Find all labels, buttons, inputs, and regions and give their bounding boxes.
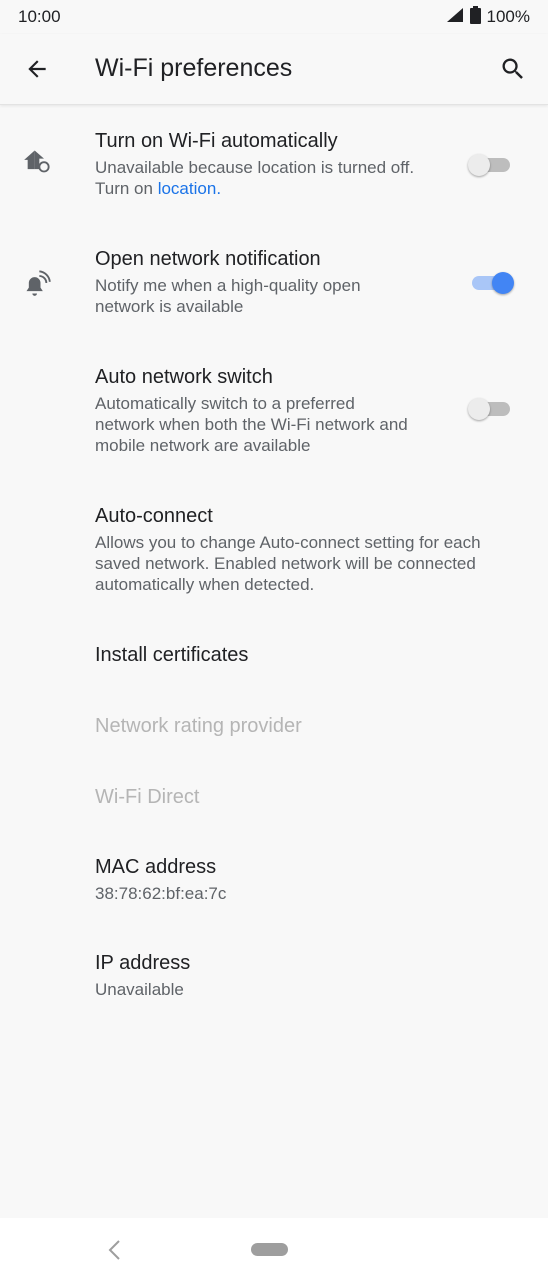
list-item-mac-address: MAC address 38:78:62:bf:ea:7c xyxy=(0,854,548,910)
wifi-bell-icon xyxy=(20,266,54,300)
item-text: Turn on Wi-Fi automatically Unavailable … xyxy=(95,128,448,199)
item-text: Network rating provider xyxy=(95,713,528,739)
item-subtitle-line: network when both the Wi-Fi network and xyxy=(95,415,408,434)
item-title: Auto network switch xyxy=(95,366,273,388)
item-title: MAC address xyxy=(95,856,217,878)
item-text: Open network notification Notify me when… xyxy=(95,246,448,317)
item-subtitle: 38:78:62:bf:ea:7c xyxy=(95,884,227,903)
item-title: Auto-connect xyxy=(95,505,213,527)
battery-icon xyxy=(469,5,481,29)
signal-icon xyxy=(446,7,464,28)
item-text: Wi-Fi Direct xyxy=(95,784,528,810)
wifi-auto-toggle[interactable] xyxy=(468,154,514,176)
item-subtitle: Allows you to change Auto-connect settin… xyxy=(95,532,528,595)
auto-network-switch-toggle[interactable] xyxy=(468,398,514,420)
location-link[interactable]: location xyxy=(158,179,217,198)
nav-back-icon xyxy=(108,1240,120,1260)
item-text: IP address Unavailable xyxy=(95,950,528,1000)
item-subtitle-suffix: . xyxy=(216,179,222,198)
nav-home-button[interactable] xyxy=(251,1243,288,1256)
item-subtitle-line: Turn on location. xyxy=(95,178,448,199)
open-network-toggle[interactable] xyxy=(472,272,514,294)
item-subtitle: Automatically switch to a preferred netw… xyxy=(95,393,448,456)
item-title: Install certificates xyxy=(95,644,249,666)
item-subtitle-line: mobile network are available xyxy=(95,436,311,455)
list-item-open-network-notification[interactable]: Open network notification Notify me when… xyxy=(0,246,548,342)
list-item-network-rating-provider: Network rating provider xyxy=(0,713,548,753)
nav-back-button[interactable] xyxy=(103,1238,125,1262)
back-button[interactable] xyxy=(20,52,54,86)
arrow-back-icon xyxy=(28,60,46,78)
item-subtitle-line: network is available xyxy=(95,297,244,316)
item-subtitle-line: Notify me when a high-quality open xyxy=(95,276,361,295)
page-title: Wi-Fi preferences xyxy=(95,54,293,82)
item-subtitle-line: Allows you to change Auto-connect settin… xyxy=(95,533,481,552)
search-button[interactable] xyxy=(496,52,530,86)
item-subtitle-line: Automatically switch to a preferred xyxy=(95,394,355,413)
item-text: Auto network switch Automatically switch… xyxy=(95,364,448,456)
navigation-bar xyxy=(0,1218,548,1282)
item-text: Auto-connect Allows you to change Auto-c… xyxy=(95,503,528,595)
list-item-auto-network-switch[interactable]: Auto network switch Automatically switch… xyxy=(0,364,548,484)
item-text: MAC address 38:78:62:bf:ea:7c xyxy=(95,854,528,904)
toggle-thumb xyxy=(468,154,490,176)
item-title: Network rating provider xyxy=(95,715,302,737)
status-bar: 10:00 100% xyxy=(0,0,548,34)
item-subtitle: Unavailable xyxy=(95,980,184,999)
item-subtitle-line: saved network. Enabled network will be c… xyxy=(95,554,476,573)
list-item-wifi-direct: Wi-Fi Direct xyxy=(0,784,548,824)
list-item-install-certificates[interactable]: Install certificates xyxy=(0,642,548,682)
search-icon xyxy=(502,58,523,79)
home-sync-icon xyxy=(20,144,54,178)
toggle-thumb xyxy=(468,398,490,420)
item-subtitle-prefix: Turn on xyxy=(95,179,153,198)
status-icons: 100% xyxy=(446,5,530,29)
item-subtitle: Notify me when a high-quality open netwo… xyxy=(95,275,448,317)
list-item-ip-address: IP address Unavailable xyxy=(0,950,548,1006)
item-subtitle-line: Unavailable because location is turned o… xyxy=(95,158,415,177)
item-text: Install certificates xyxy=(95,642,528,668)
list-item-auto-connect[interactable]: Auto-connect Allows you to change Auto-c… xyxy=(0,503,548,623)
item-title: Turn on Wi-Fi automatically xyxy=(95,130,338,152)
status-time: 10:00 xyxy=(18,7,61,26)
item-title: IP address xyxy=(95,952,191,974)
battery-level: 100% xyxy=(486,7,530,26)
item-title: Wi-Fi Direct xyxy=(95,786,200,808)
item-subtitle-line: automatically when detected. xyxy=(95,575,315,594)
toggle-thumb xyxy=(492,272,514,294)
item-subtitle: Unavailable because location is turned o… xyxy=(95,157,448,199)
list-item-turn-on-wifi-automatically[interactable]: Turn on Wi-Fi automatically Unavailable … xyxy=(0,128,548,224)
app-bar: Wi-Fi preferences xyxy=(0,34,548,105)
item-title: Open network notification xyxy=(95,248,321,270)
